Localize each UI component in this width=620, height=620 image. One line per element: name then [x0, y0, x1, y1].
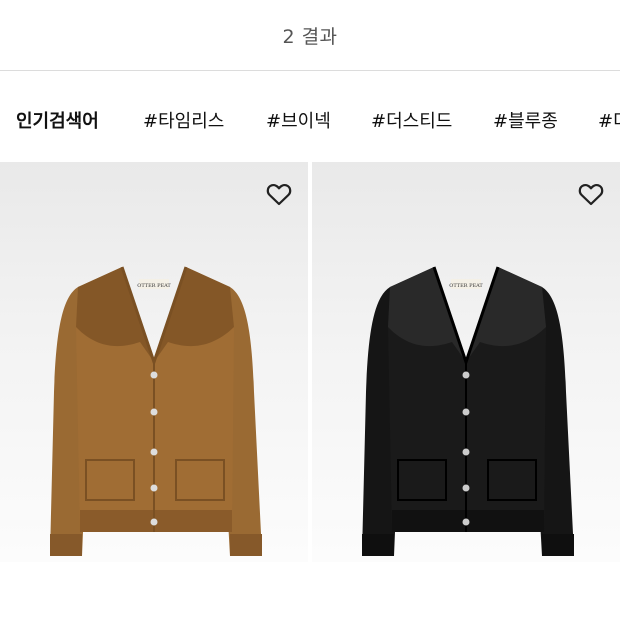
product-card[interactable]: OTTER PEAT	[312, 162, 620, 562]
heart-outline-icon[interactable]	[576, 179, 606, 209]
product-image[interactable]: OTTER PEAT	[0, 162, 308, 562]
product-image[interactable]: OTTER PEAT	[312, 162, 620, 562]
heart-outline-icon[interactable]	[264, 179, 294, 209]
popular-searches-title: 인기검색어	[16, 111, 99, 132]
keyword-chip[interactable]: #더스티드	[371, 107, 452, 133]
svg-text:OTTER PEAT: OTTER PEAT	[137, 283, 171, 289]
brand-label: OTTER PEAT	[449, 279, 483, 289]
popular-searches-bar: 인기검색어 #타임리스 #브이넥 #더스티드 #블루종 #더	[0, 71, 620, 162]
keyword-chip[interactable]: #타임리스	[143, 107, 224, 133]
keyword-chip[interactable]: #블루종	[493, 107, 558, 133]
brand-label: OTTER PEAT	[137, 279, 171, 289]
keyword-chip[interactable]: #더	[598, 107, 620, 133]
svg-text:OTTER PEAT: OTTER PEAT	[449, 283, 483, 289]
result-count-text: 2 결과	[282, 25, 338, 48]
result-count: 2 결과	[0, 0, 620, 70]
product-grid: OTTER PEAT OTTER PEAT	[0, 162, 620, 620]
product-card[interactable]: OTTER PEAT	[0, 162, 308, 562]
keyword-chip[interactable]: #브이넥	[266, 107, 331, 133]
